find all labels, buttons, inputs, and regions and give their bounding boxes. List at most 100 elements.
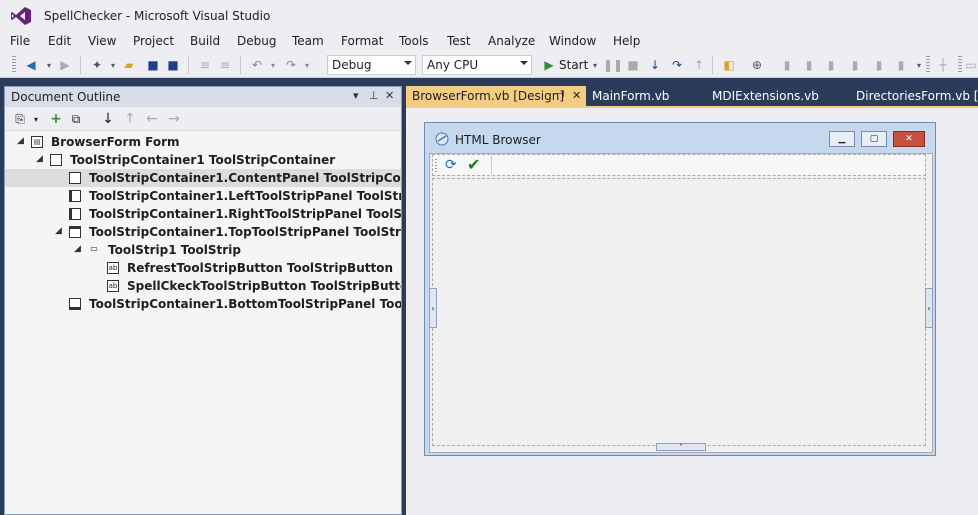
standard-toolbar: ◀ ▾ ▶ ✦ ▾ ▰ ■ ■ ≡ ≡ ↶ ▾ ↷ ▾ Debug Any CP…	[0, 52, 978, 78]
pin-icon[interactable]: ⊣	[556, 89, 565, 100]
right-panel-icon	[69, 208, 81, 220]
tree-item-bottomtoolstrippanel[interactable]: ToolStripContainer1.BottomToolStripPanel…	[5, 295, 401, 313]
form-window[interactable]: HTML Browser ▁ ▢ ✕ ⟳ ✔ › ‹ ˄	[424, 122, 936, 456]
toolstrip-edge	[491, 155, 492, 175]
step-into-icon[interactable]: ↓	[646, 56, 664, 74]
tab-browserform-design[interactable]: BrowserForm.vb [Design] ⊣ ✕	[406, 86, 586, 106]
forward-icon[interactable]: ▶	[56, 56, 74, 74]
view-options-dropdown-icon[interactable]: ▾	[27, 110, 45, 128]
browser-link-icon[interactable]: ⊕	[748, 56, 766, 74]
toolstrip1[interactable]: ⟳ ✔	[432, 154, 926, 176]
menu-view[interactable]: View	[88, 34, 116, 48]
layout-icon[interactable]: ▭	[962, 56, 978, 74]
collapse-all-icon[interactable]: ⧉	[67, 110, 85, 128]
start-dropdown-icon[interactable]: ▾	[586, 56, 604, 74]
tab-directoriesform-design[interactable]: DirectoriesForm.vb [Design]	[850, 86, 978, 106]
tree-item-spellcheckbutton[interactable]: ab SpellCkeckToolStripButton ToolStripBu…	[5, 277, 401, 295]
menu-format[interactable]: Format	[341, 34, 383, 48]
menu-build[interactable]: Build	[190, 34, 220, 48]
menu-analyze[interactable]: Analyze	[488, 34, 535, 48]
toolstrip-container[interactable]: ⟳ ✔ › ‹ ˄	[429, 153, 933, 453]
tree-item-contentpanel[interactable]: ToolStripContainer1.ContentPanel ToolStr…	[5, 169, 401, 187]
clear-bookmarks-icon[interactable]: ▮	[870, 56, 888, 74]
bottom-panel-expand-icon[interactable]: ˄	[656, 443, 706, 452]
tree-item-label: SpellCkeckToolStripButton ToolStripButto…	[127, 279, 401, 293]
toolbar-grip[interactable]	[12, 56, 16, 74]
top-panel-icon	[69, 226, 81, 238]
menu-test[interactable]: Test	[447, 34, 471, 48]
save-all-icon[interactable]: ■	[164, 56, 182, 74]
right-panel-expand-icon[interactable]: ‹	[925, 288, 933, 328]
collapse-icon[interactable]: ◢	[36, 154, 43, 164]
collapse-icon[interactable]: ◢	[17, 136, 24, 146]
tree-item-righttoolstrippanel[interactable]: ToolStripContainer1.RightToolStripPanel …	[5, 205, 401, 223]
next-bookmark-icon[interactable]: ▮	[822, 56, 840, 74]
menu-tools[interactable]: Tools	[399, 34, 429, 48]
close-icon[interactable]: ✕	[385, 89, 394, 102]
move-out-icon[interactable]: ←	[143, 110, 161, 128]
tree-item-label: ToolStripContainer1.RightToolStripPanel …	[89, 207, 401, 221]
minimize-icon[interactable]: ▁	[829, 131, 855, 147]
menu-debug[interactable]: Debug	[237, 34, 276, 48]
tree-item-toolstripcontainer[interactable]: ◢ ToolStripContainer1 ToolStripContainer	[5, 151, 401, 169]
solution-platform-dropdown[interactable]: Any CPU	[422, 55, 532, 75]
menu-file[interactable]: File	[10, 34, 30, 48]
tab-mainform[interactable]: MainForm.vb	[586, 86, 675, 106]
start-icon[interactable]: ▶	[540, 56, 558, 74]
prev-bookmark-icon[interactable]: ▮	[800, 56, 818, 74]
step-out-icon[interactable]: ↑	[690, 56, 708, 74]
tab-mdiextensions[interactable]: MDIExtensions.vb	[706, 86, 825, 106]
bookmark-icon[interactable]: ▮	[778, 56, 796, 74]
expand-all-icon[interactable]: +	[47, 110, 65, 128]
step-over-icon[interactable]: ↷	[668, 56, 686, 74]
designer-surface[interactable]: HTML Browser ▁ ▢ ✕ ⟳ ✔ › ‹ ˄	[406, 106, 978, 515]
open-file-icon[interactable]: ▰	[120, 56, 138, 74]
tree-item-label: RefrestToolStripButton ToolStripButton	[127, 261, 393, 275]
save-icon[interactable]: ■	[144, 56, 162, 74]
align-icon[interactable]: ┼	[934, 56, 952, 74]
start-button-label[interactable]: Start	[559, 58, 588, 72]
menu-window[interactable]: Window	[549, 34, 596, 48]
pause-icon[interactable]: ❚❚	[603, 56, 623, 74]
redo-dropdown-icon[interactable]: ▾	[298, 56, 316, 74]
uncomment-icon[interactable]: ≡	[216, 56, 234, 74]
menu-edit[interactable]: Edit	[48, 34, 71, 48]
close-icon[interactable]: ✕	[893, 131, 925, 147]
undo-dropdown-icon[interactable]: ▾	[264, 56, 282, 74]
solution-configuration-dropdown[interactable]: Debug	[327, 55, 416, 75]
menu-team[interactable]: Team	[292, 34, 324, 48]
content-panel[interactable]	[432, 178, 926, 446]
tree-item-toptoolstrippanel[interactable]: ◢ ToolStripContainer1.TopToolStripPanel …	[5, 223, 401, 241]
tab-label: DirectoriesForm.vb [Design]	[856, 89, 978, 103]
pin-icon[interactable]: ⊥	[369, 89, 379, 102]
collapse-icon[interactable]: ◢	[55, 226, 62, 236]
toolbar-grip[interactable]	[926, 56, 930, 74]
panel-menu-icon[interactable]: ▾	[353, 89, 359, 102]
toolbar-separator	[712, 56, 713, 74]
move-down-icon[interactable]: ↓	[99, 110, 117, 128]
left-panel-expand-icon[interactable]: ›	[429, 288, 437, 328]
maximize-icon[interactable]: ▢	[861, 131, 887, 147]
comment-icon[interactable]: ≡	[196, 56, 214, 74]
find-in-files-icon[interactable]: ◧	[720, 56, 738, 74]
tree-item-toolstrip1[interactable]: ◢ ▭ ToolStrip1 ToolStrip	[5, 241, 401, 259]
collapse-icon[interactable]: ◢	[74, 244, 81, 254]
title-bar: SpellChecker - Microsoft Visual Studio	[0, 0, 978, 32]
tree-item-label: ToolStrip1 ToolStrip	[108, 243, 241, 257]
tree-item-refreshbutton[interactable]: ab RefrestToolStripButton ToolStripButto…	[5, 259, 401, 277]
toolbar-separator	[188, 56, 189, 74]
move-in-icon[interactable]: →	[165, 110, 183, 128]
bookmark-folder-icon[interactable]: ▮	[846, 56, 864, 74]
tree-item-browserform[interactable]: ◢ ▤ BrowserForm Form	[5, 133, 401, 151]
back-icon[interactable]: ◀	[22, 56, 40, 74]
toolstrip-grip[interactable]	[435, 159, 437, 173]
stop-icon[interactable]: ■	[624, 56, 642, 74]
close-icon[interactable]: ✕	[572, 89, 581, 102]
menu-project[interactable]: Project	[133, 34, 174, 48]
tree-item-lefttoolstrippanel[interactable]: ToolStripContainer1.LeftToolStripPanel T…	[5, 187, 401, 205]
disable-bookmark-icon[interactable]: ▮	[892, 56, 910, 74]
menu-help[interactable]: Help	[613, 34, 640, 48]
checkmark-icon[interactable]: ✔	[467, 155, 480, 174]
refresh-icon[interactable]: ⟳	[445, 157, 457, 173]
move-up-icon[interactable]: ↑	[121, 110, 139, 128]
